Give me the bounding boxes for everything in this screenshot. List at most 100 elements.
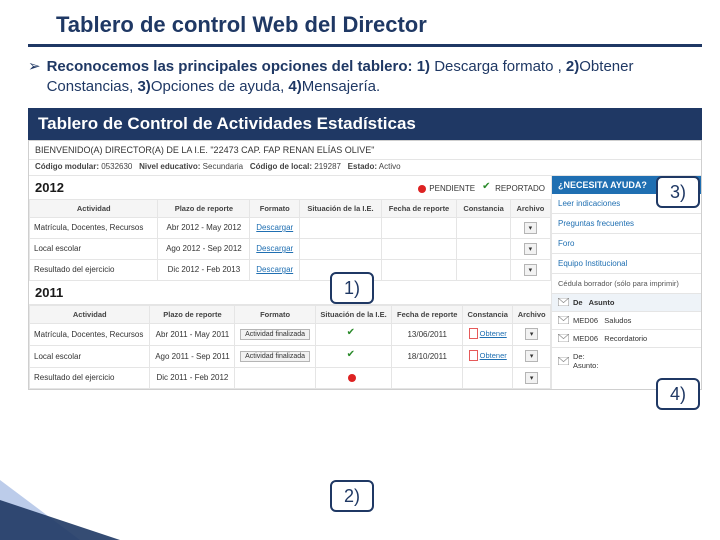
th-formato: Formato [235, 305, 315, 323]
th-situacion: Situación de la I.E. [315, 305, 392, 323]
legend-pend: PENDIENTE [429, 184, 475, 193]
reported-check-icon [483, 184, 492, 193]
meta-cod-lbl: Código modular: [35, 162, 99, 171]
table-row: Resultado del ejercicio Dic 2012 - Feb 2… [30, 259, 551, 280]
b4t: Mensajería. [302, 78, 380, 95]
msg-de: MED06 [573, 316, 598, 325]
meta-cod-val: 0532630 [101, 162, 132, 171]
table-row: Local escolar Ago 2011 - Sep 2011 Activi… [30, 345, 551, 367]
table-2011: Actividad Plazo de reporte Formato Situa… [29, 305, 551, 389]
status-finished: Actividad finalizada [240, 351, 310, 362]
check-icon [348, 330, 357, 339]
archive-icon[interactable]: ▾ [524, 222, 538, 234]
legend-rep: REPORTADO [495, 184, 545, 193]
arrow-icon: ➢ [28, 57, 41, 77]
legend: PENDIENTE REPORTADO [412, 181, 551, 193]
th-formato: Formato [250, 199, 300, 217]
table-row: Matrícula, Docentes, Recursos Abr 2011 -… [30, 323, 551, 345]
bullet-line: ➢ Reconocemos las principales opciones d… [0, 47, 720, 98]
compose-as: Asunto: [573, 361, 598, 370]
meta-niv-val: Secundaria [203, 162, 243, 171]
pending-dot-icon [348, 374, 356, 382]
th-archivo: Archivo [510, 199, 550, 217]
th-constancia: Constancia [457, 199, 511, 217]
th-actividad: Actividad [30, 199, 158, 217]
archive-icon[interactable]: ▾ [525, 328, 539, 340]
pending-dot-icon [418, 185, 426, 193]
compose-de: De: [573, 352, 585, 361]
dashboard-body: BIENVENIDO(A) DIRECTOR(A) DE LA I.E. "22… [28, 140, 702, 390]
archive-icon[interactable]: ▾ [524, 243, 538, 255]
compose-row[interactable]: De:Asunto: [552, 347, 701, 374]
meta-est-val: Activo [379, 162, 401, 171]
cell-act: Matrícula, Docentes, Recursos [30, 217, 158, 238]
archive-icon[interactable]: ▾ [525, 372, 539, 384]
meta-niv-lbl: Nivel educativo: [139, 162, 200, 171]
cell-act: Local escolar [30, 345, 150, 367]
help-item[interactable]: Equipo Institucional [552, 254, 701, 274]
b1n: 1) [417, 58, 430, 75]
callout-1: 1) [330, 272, 374, 304]
cell-act: Matrícula, Docentes, Recursos [30, 323, 150, 345]
th-plazo: Plazo de reporte [150, 305, 235, 323]
meta-loc-val: 219287 [314, 162, 341, 171]
cell-plazo: Abr 2011 - May 2011 [150, 323, 235, 345]
msg-hdr-de: De [573, 298, 583, 307]
download-link[interactable]: Descargar [256, 265, 293, 274]
table-header-row: Actividad Plazo de reporte Formato Situa… [30, 199, 551, 217]
year-2012: 2012 [29, 176, 70, 199]
cell-plazo: Ago 2012 - Sep 2012 [158, 238, 250, 259]
b3t: Opciones de ayuda, [151, 78, 289, 95]
envelope-icon [558, 334, 569, 342]
b4n: 4) [288, 78, 301, 95]
msg-hdr-as: Asunto [589, 298, 615, 307]
th-plazo: Plazo de reporte [158, 199, 250, 217]
callout-4: 4) [656, 378, 700, 410]
th-fecha: Fecha de reporte [381, 199, 456, 217]
check-icon [348, 352, 357, 361]
cell-act: Resultado del ejercicio [30, 259, 158, 280]
b1t: Descarga formato , [430, 58, 566, 75]
b3n: 3) [137, 78, 150, 95]
message-row[interactable]: MED06 Recordatorio [552, 329, 701, 347]
help-item[interactable]: Foro [552, 234, 701, 254]
th-situacion: Situación de la I.E. [300, 199, 382, 217]
cell-act: Resultado del ejercicio [30, 367, 150, 388]
download-link[interactable]: Descargar [256, 244, 293, 253]
cell-plazo: Dic 2012 - Feb 2013 [158, 259, 250, 280]
constancia-link[interactable]: Obtener [469, 328, 507, 339]
callout-2: 2) [330, 480, 374, 512]
decor-triangle-icon [0, 500, 120, 540]
table-row: Resultado del ejercicio Dic 2011 - Feb 2… [30, 367, 551, 388]
message-row[interactable]: MED06 Saludos [552, 311, 701, 329]
table-header-row: Actividad Plazo de reporte Formato Situa… [30, 305, 551, 323]
meta-row: Código modular: 0532630 Nivel educativo:… [29, 160, 701, 176]
download-link[interactable]: Descargar [256, 223, 293, 232]
envelope-icon [558, 357, 569, 365]
archive-icon[interactable]: ▾ [525, 350, 539, 362]
constancia-link[interactable]: Obtener [469, 350, 507, 361]
meta-loc-lbl: Código de local: [250, 162, 312, 171]
bullet-lead: Reconocemos las principales opciones del… [47, 58, 417, 75]
constancia-text: Obtener [480, 329, 507, 338]
envelope-icon [558, 298, 569, 306]
slide-title: Tablero de control Web del Director [0, 0, 720, 44]
constancia-text: Obtener [480, 351, 507, 360]
meta-est-lbl: Estado: [348, 162, 377, 171]
cell-plazo: Ago 2011 - Sep 2011 [150, 345, 235, 367]
th-constancia: Constancia [463, 305, 513, 323]
table-2012: Actividad Plazo de reporte Formato Situa… [29, 199, 551, 281]
table-row: Matrícula, Docentes, Recursos Abr 2012 -… [30, 217, 551, 238]
status-finished: Actividad finalizada [240, 329, 310, 340]
msg-de: MED06 [573, 334, 598, 343]
cell-plazo: Abr 2012 - May 2012 [158, 217, 250, 238]
cell-plazo: Dic 2011 - Feb 2012 [150, 367, 235, 388]
archive-icon[interactable]: ▾ [524, 264, 538, 276]
help-item[interactable]: Preguntas frecuentes [552, 214, 701, 234]
messages-header: De Asunto [552, 293, 701, 311]
cell-fecha: 13/06/2011 [392, 323, 463, 345]
msg-as: Saludos [604, 316, 631, 325]
left-column: 2012 PENDIENTE REPORTADO Actividad Plazo… [29, 176, 551, 389]
th-fecha: Fecha de reporte [392, 305, 463, 323]
b2n: 2) [566, 58, 579, 75]
